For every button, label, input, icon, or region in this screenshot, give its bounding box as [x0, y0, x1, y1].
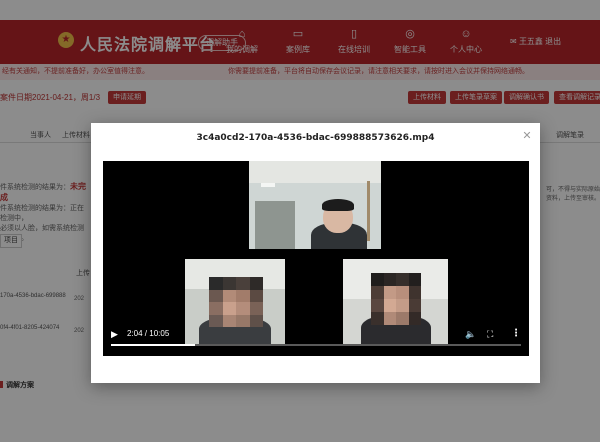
video-player[interactable]: ▶ 2:04 / 10:05 🔈 ⛶ ⋮	[103, 161, 529, 356]
time-display: 2:04 / 10:05	[127, 329, 169, 339]
page: ★ 人民法院调解平台 调解助手 ⌂ 我的调解 ▭ 案例库 ▯ 在线培训 ◎ 智能…	[0, 0, 600, 442]
play-icon[interactable]: ▶	[111, 329, 121, 339]
participant-tile-blurred	[185, 259, 285, 344]
duration: 10:05	[149, 329, 170, 338]
participant-tile	[249, 161, 381, 249]
pixelated-face	[371, 273, 421, 325]
current-time: 2:04	[127, 329, 143, 338]
progress-bar[interactable]	[111, 344, 521, 346]
background-pole	[367, 181, 370, 241]
progress-fill	[111, 344, 196, 346]
participant-tile-blurred	[343, 259, 448, 344]
pixelated-face	[209, 277, 263, 327]
background-chairs	[255, 201, 295, 249]
volume-icon[interactable]: 🔈	[465, 329, 477, 339]
participant-hair	[322, 199, 354, 211]
ceiling	[249, 161, 381, 183]
close-icon[interactable]: ✕	[521, 130, 533, 142]
fullscreen-icon[interactable]: ⛶	[487, 329, 497, 339]
modal-title: 3c4a0cd2-170a-4536-bdac-699888573626.mp4	[196, 133, 435, 143]
video-modal: 3c4a0cd2-170a-4536-bdac-699888573626.mp4…	[91, 123, 540, 383]
more-vertical-icon[interactable]: ⋮	[511, 329, 521, 339]
ceiling-light	[261, 183, 275, 187]
